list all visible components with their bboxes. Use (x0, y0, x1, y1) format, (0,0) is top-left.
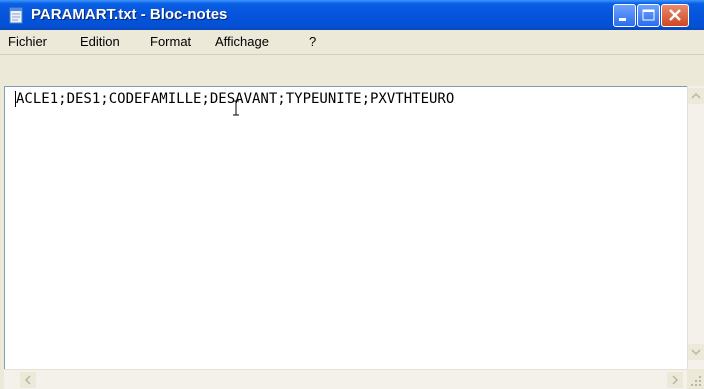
scroll-up-button[interactable] (688, 88, 704, 104)
ibeam-cursor-icon (233, 100, 239, 116)
arrow-right-icon (672, 375, 679, 385)
minimize-icon (619, 18, 626, 21)
scroll-right-button[interactable] (667, 372, 683, 388)
notepad-icon (9, 7, 23, 24)
maximize-icon (642, 9, 655, 21)
window-title: PARAMART.txt - Bloc-notes (31, 6, 228, 23)
arrow-up-icon (691, 92, 701, 99)
arrow-down-icon (691, 349, 701, 356)
text-editor[interactable] (4, 86, 687, 369)
menu-format[interactable]: Format (150, 34, 191, 49)
close-button[interactable] (661, 4, 689, 27)
vertical-scrollbar[interactable] (687, 86, 704, 369)
resize-grip[interactable] (687, 369, 704, 389)
notepad-window: PARAMART.txt - Bloc-notes Fichier Editio… (0, 0, 704, 389)
menu-help[interactable]: ? (309, 34, 316, 49)
text-caret (15, 91, 16, 107)
scroll-down-button[interactable] (688, 344, 704, 360)
arrow-left-icon (24, 375, 31, 385)
horizontal-scrollbar[interactable] (4, 369, 687, 389)
menu-edition[interactable]: Edition (80, 34, 120, 49)
minimize-button[interactable] (613, 4, 636, 27)
menu-affichage[interactable]: Affichage (215, 34, 269, 49)
scroll-left-button[interactable] (20, 372, 36, 388)
menu-fichier[interactable]: Fichier (8, 34, 47, 49)
resize-grip-icon (691, 376, 701, 386)
menu-bar: Fichier Edition Format Affichage ? (0, 30, 704, 55)
close-icon (669, 9, 681, 21)
title-bar[interactable]: PARAMART.txt - Bloc-notes (0, 0, 704, 30)
maximize-button[interactable] (637, 4, 660, 27)
